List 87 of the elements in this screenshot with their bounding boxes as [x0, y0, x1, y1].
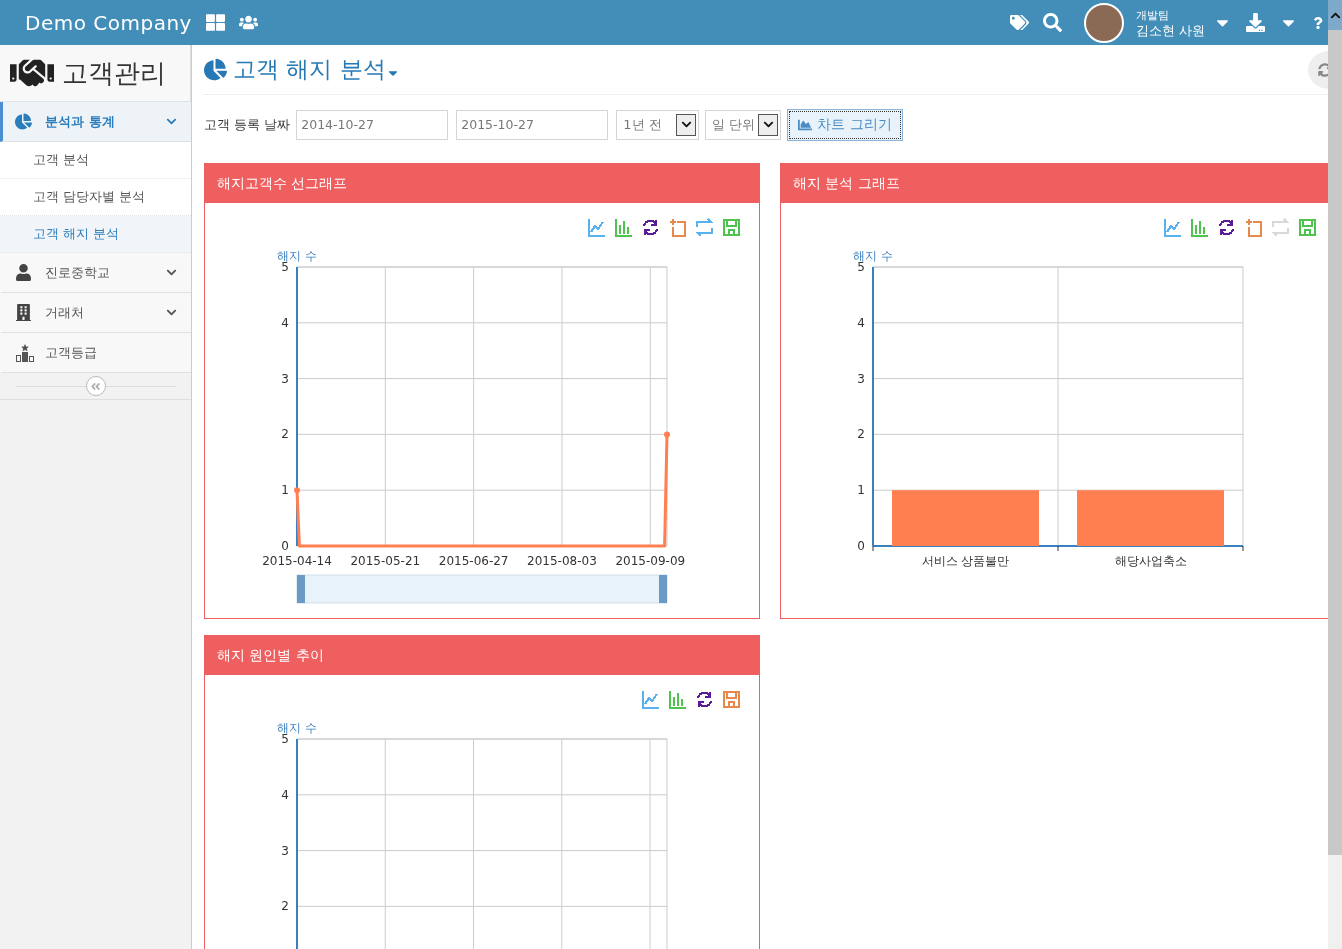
axis-label: 4	[857, 315, 865, 330]
collapse-button[interactable]	[85, 376, 106, 396]
submenu-item[interactable]: 고객 분석	[0, 142, 191, 179]
line-chart-icon[interactable]	[1163, 218, 1182, 237]
axis-label: 2	[857, 427, 865, 442]
sidebar-title: 고객관리	[62, 56, 166, 90]
chevron-icon[interactable]	[166, 267, 177, 278]
user-team: 개발팀	[1135, 7, 1170, 23]
tags-icon[interactable]	[1009, 13, 1029, 32]
menu-label: 고객등급	[45, 343, 98, 362]
page-title: 고객 해지 분석	[233, 55, 386, 84]
axis-label: 0	[857, 539, 865, 553]
help-icon[interactable]	[1312, 16, 1324, 29]
axis-label: 0	[281, 539, 289, 553]
download-icon[interactable]	[1246, 13, 1265, 32]
area-chart-icon	[798, 117, 813, 132]
draw-chart-button[interactable]: 차트 그리기	[787, 108, 903, 141]
axis-label: 4	[281, 787, 289, 802]
axis-label: 서비스 상품불만	[921, 554, 1010, 568]
swap-icon[interactable]	[695, 218, 714, 237]
date-field[interactable]: 2015-10-27	[456, 109, 609, 140]
axis-label: 2015-09-09	[615, 554, 686, 568]
axis-label: 3	[857, 371, 865, 386]
user-icon	[15, 264, 32, 281]
filter-label: 고객 등록 날짜	[204, 115, 291, 134]
axis-label: 3	[281, 371, 289, 386]
axis-label: 2015-08-03	[527, 554, 597, 568]
axis-title: 해지 수	[277, 249, 317, 263]
chevron-icon[interactable]	[166, 307, 177, 318]
axis-label: 1	[281, 483, 289, 498]
chevron-icon	[762, 119, 774, 130]
brand-name[interactable]: Demo Company	[25, 10, 192, 35]
axis-label: 2015-06-27	[438, 554, 509, 568]
data-point	[294, 487, 300, 494]
axis-label: 4	[281, 315, 289, 330]
pie-chart-icon	[15, 113, 32, 130]
save-icon[interactable]	[722, 218, 741, 237]
menu-label: 진로중학교	[45, 263, 111, 282]
line-chart-icon[interactable]	[641, 690, 660, 709]
pie-chart-icon	[204, 58, 227, 81]
save-icon[interactable]	[1298, 218, 1317, 237]
user-name[interactable]: 김소현 사원	[1135, 22, 1205, 38]
save-icon[interactable]	[722, 690, 741, 709]
axis-label: 2015-04-14	[262, 554, 332, 568]
bar-chart-icon[interactable]	[668, 690, 687, 709]
axis-title: 해지 수	[853, 249, 893, 263]
refresh-icon	[1318, 62, 1328, 77]
axis-label: 2015-05-21	[350, 554, 421, 568]
panel-title: 해지 분석 그래프	[781, 164, 1328, 203]
submenu-item[interactable]: 고객 담당자별 분석	[0, 179, 191, 216]
axis-label: 3	[281, 843, 289, 858]
date-field[interactable]: 2014-10-27	[296, 109, 449, 140]
menu-item[interactable]: 거래처	[0, 293, 191, 333]
range-select[interactable]: 1년 전	[616, 109, 700, 140]
search-icon[interactable]	[1042, 13, 1062, 32]
refresh-icon[interactable]	[641, 218, 660, 237]
menu-label: 분석과 통계	[45, 112, 116, 131]
data-point	[664, 431, 670, 438]
panel-title: 해지 원인별 추이	[205, 636, 759, 675]
building-icon	[15, 304, 32, 321]
crop-icon[interactable]	[668, 218, 687, 237]
line-chart-icon[interactable]	[587, 218, 606, 237]
avatar[interactable]	[1083, 2, 1124, 43]
crop-icon[interactable]	[1244, 218, 1263, 237]
bar-chart-icon[interactable]	[614, 218, 633, 237]
submenu-item[interactable]: 고객 해지 분석	[0, 216, 191, 253]
menu-item[interactable]: 분석과 통계	[0, 102, 191, 142]
axis-label: 1	[857, 483, 865, 498]
axis-title: 해지 수	[277, 721, 317, 735]
menu-item[interactable]: 진로중학교	[0, 253, 191, 293]
podium-icon	[15, 343, 35, 362]
double-chevron-icon	[90, 380, 101, 392]
grid-icon[interactable]	[205, 13, 225, 32]
refresh-icon[interactable]	[1217, 218, 1236, 237]
refresh-icon[interactable]	[695, 690, 714, 709]
axis-label: 2	[281, 899, 289, 914]
zoom-slider[interactable]	[296, 574, 668, 604]
menu-item[interactable]: 고객등급	[0, 333, 191, 373]
unit-select[interactable]: 일 단위	[705, 109, 782, 140]
axis-label: 해당사업축소	[1114, 554, 1187, 568]
chevron-icon[interactable]	[166, 116, 177, 127]
users-icon[interactable]	[238, 13, 258, 32]
menu-label: 거래처	[45, 303, 85, 322]
panel-title: 해지고객수 선그래프	[205, 164, 759, 203]
axis-label: 2	[281, 427, 289, 442]
chevron-icon	[680, 119, 692, 130]
bar-chart-icon[interactable]	[1190, 218, 1209, 237]
